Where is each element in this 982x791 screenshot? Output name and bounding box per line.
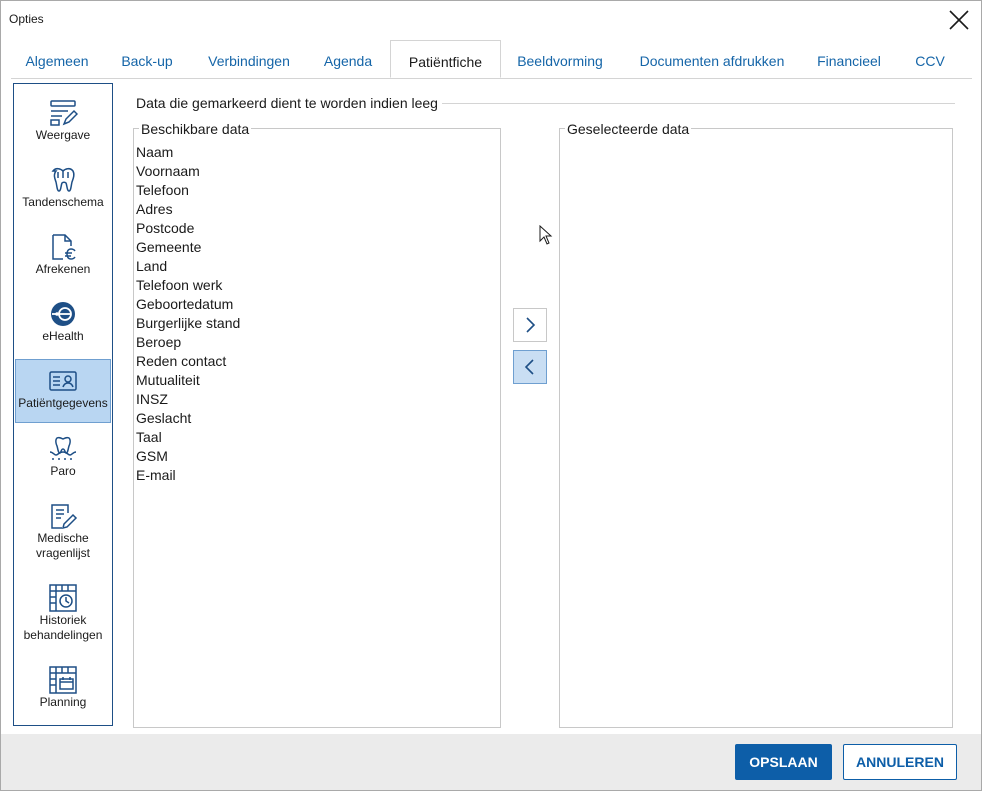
list-item[interactable]: Adres — [136, 200, 173, 219]
sidebar-item-medische-vragenlijst[interactable]: Medische vragenlijst — [15, 501, 111, 571]
section-title: Data die gemarkeerd dient te worden indi… — [136, 95, 442, 111]
history-calendar-icon — [49, 584, 77, 612]
sidebar-item-patientgegevens[interactable]: Patiëntgegevens — [15, 359, 111, 423]
list-item[interactable]: GSM — [136, 447, 168, 466]
list-item[interactable]: Land — [136, 257, 167, 276]
add-to-selected-button[interactable] — [513, 308, 547, 342]
sidebar-item-historiek-behandelingen[interactable]: Historiek behandelingen — [15, 583, 111, 653]
sidebar-item-label: eHealth — [42, 329, 84, 343]
close-button[interactable] — [944, 5, 974, 35]
sidebar-item-label: vragenlijst — [35, 546, 91, 560]
tab-algemeen[interactable]: Algemeen — [15, 40, 99, 78]
list-item[interactable]: INSZ — [136, 390, 168, 409]
sidebar-item-tandenschema[interactable]: Tandenschema — [15, 165, 111, 225]
gum-tooth-icon — [49, 436, 77, 460]
options-sidebar: Weergave Tandenschema Afrekenen eHealth … — [13, 83, 113, 726]
tab-back-up[interactable]: Back-up — [109, 40, 185, 78]
list-item[interactable]: Postcode — [136, 219, 194, 238]
sidebar-item-label: Tandenschema — [22, 195, 104, 209]
sidebar-item-weergave[interactable]: Weergave — [15, 98, 111, 158]
calendar-icon — [49, 666, 77, 694]
euro-document-icon — [52, 234, 76, 260]
sidebar-item-label: Historiek — [39, 613, 87, 627]
sidebar-item-ehealth[interactable]: eHealth — [15, 299, 111, 359]
chevron-left-icon — [524, 359, 534, 375]
sidebar-item-planning[interactable]: Planning — [15, 665, 111, 725]
sidebar-item-afrekenen[interactable]: Afrekenen — [15, 232, 111, 292]
remove-from-selected-button[interactable] — [513, 350, 547, 384]
sidebar-item-label: Paro — [50, 464, 76, 478]
available-data-list[interactable]: Naam Voornaam Telefoon Adres Postcode Ge… — [133, 128, 501, 728]
list-item[interactable]: Beroep — [136, 333, 181, 352]
list-item[interactable]: Reden contact — [136, 352, 226, 371]
dialog-footer: OPSLAAN ANNULEREN — [1, 734, 981, 790]
display-settings-icon — [50, 100, 78, 126]
sidebar-item-label: Medische — [37, 531, 89, 545]
list-item[interactable]: E-mail — [136, 466, 176, 485]
list-item[interactable]: Telefoon werk — [136, 276, 222, 295]
sidebar-item-label: Planning — [39, 695, 87, 709]
mouse-cursor-icon — [539, 225, 553, 245]
sidebar-item-label: Afrekenen — [35, 262, 91, 276]
chevron-right-icon — [526, 317, 536, 333]
cancel-button[interactable]: ANNULEREN — [843, 744, 957, 780]
selected-data-title: Geselecteerde data — [565, 121, 692, 137]
questionnaire-icon — [51, 504, 78, 530]
list-item[interactable]: Naam — [136, 143, 173, 162]
sidebar-item-label: Patiëntgegevens — [18, 396, 108, 410]
save-button[interactable]: OPSLAAN — [735, 744, 832, 780]
tab-agenda[interactable]: Agenda — [313, 40, 383, 78]
list-item[interactable]: Geslacht — [136, 409, 191, 428]
list-item[interactable]: Voornaam — [136, 162, 200, 181]
list-item[interactable]: Telefoon — [136, 181, 189, 200]
sidebar-item-paro[interactable]: Paro — [15, 434, 111, 494]
list-item[interactable]: Geboortedatum — [136, 295, 233, 314]
list-item[interactable]: Gemeente — [136, 238, 201, 257]
window-title: Opties — [9, 12, 44, 26]
tab-verbindingen[interactable]: Verbindingen — [197, 40, 301, 78]
tooth-icon — [51, 167, 75, 192]
tab-bar: Algemeen Back-up Verbindingen Agenda Pat… — [11, 40, 972, 79]
ehealth-icon — [51, 302, 75, 326]
list-item[interactable]: Burgerlijke stand — [136, 314, 240, 333]
sidebar-item-label: behandelingen — [23, 628, 103, 642]
tab-beeldvorming[interactable]: Beeldvorming — [507, 40, 613, 78]
id-card-icon — [49, 371, 77, 391]
tab-documenten-afdrukken[interactable]: Documenten afdrukken — [627, 40, 797, 78]
close-icon — [949, 10, 969, 30]
selected-data-list[interactable] — [559, 128, 953, 728]
sidebar-item-label: Weergave — [35, 128, 91, 142]
list-item[interactable]: Mutualiteit — [136, 371, 200, 390]
list-item[interactable]: Taal — [136, 428, 162, 447]
tab-patientfiche[interactable]: Patiëntfiche — [390, 40, 501, 78]
tab-financieel[interactable]: Financieel — [807, 40, 891, 78]
available-data-title: Beschikbare data — [139, 121, 252, 137]
tab-ccv[interactable]: CCV — [907, 40, 953, 78]
